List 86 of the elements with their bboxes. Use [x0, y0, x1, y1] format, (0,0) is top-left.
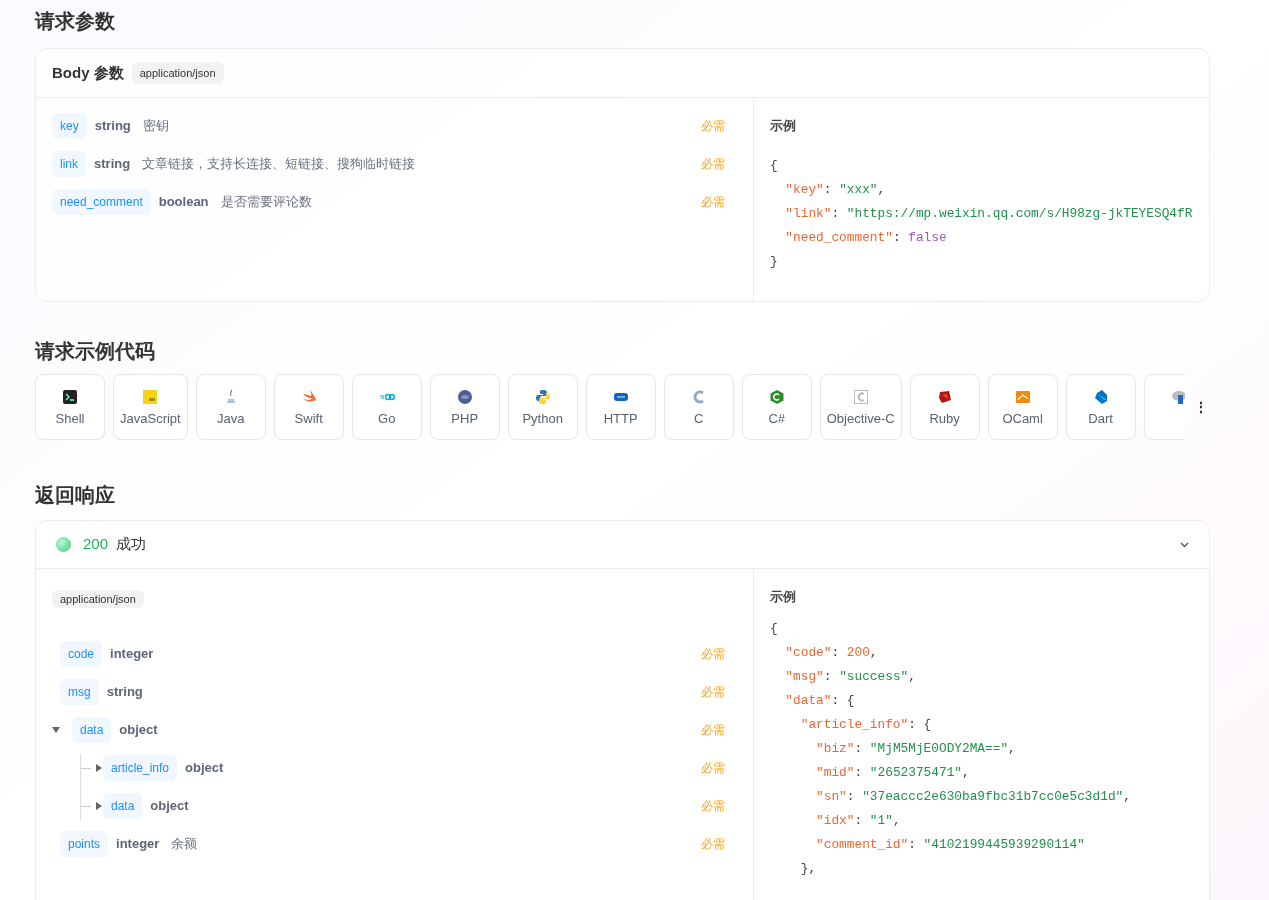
terminal-icon	[62, 389, 78, 405]
field-name-tag: points	[60, 831, 109, 857]
code-line: }	[770, 252, 779, 271]
language-tab[interactable]: Swift	[273, 374, 344, 440]
collapse-caret-icon[interactable]	[95, 764, 103, 772]
status-text: 成功	[116, 534, 147, 555]
code-line: "biz": "MjM5MjE0ODY2MA==",	[815, 739, 1017, 758]
language-tab[interactable]: OCaml	[987, 374, 1058, 440]
code-line: "sn": "37eaccc2e630ba9fbc31b7cc0e5c3d1d",	[815, 787, 1132, 806]
field-name-tag: data	[72, 717, 112, 743]
hexagon-icon	[768, 389, 785, 405]
field-description: 是否需要评论数	[220, 193, 312, 212]
language-tab[interactable]: Objective-C	[819, 374, 902, 440]
code-line: {	[770, 156, 779, 175]
field-name-tag: key	[52, 113, 87, 139]
card-title: Body 参数	[52, 62, 124, 83]
content-type-tag: application/json	[131, 61, 224, 85]
required-label: 必需	[701, 118, 725, 135]
content-type-tag: application/json	[52, 590, 144, 608]
language-tab[interactable]: JavaScript	[113, 374, 188, 440]
field-type: string	[94, 155, 131, 174]
code-line: "need_comment": false	[784, 228, 948, 247]
snakes-icon	[534, 389, 551, 405]
chevron-icon[interactable]	[1180, 541, 1189, 548]
field-type: string	[106, 683, 143, 702]
section-heading: 返回响应	[35, 483, 116, 508]
required-label: 必需	[701, 684, 725, 701]
field-name-tag: data	[103, 793, 143, 819]
r-logo-icon	[1170, 389, 1185, 405]
example-label: 示例	[770, 117, 797, 135]
camel-icon	[1014, 389, 1031, 405]
code-line: "key": "xxx",	[784, 180, 887, 199]
code-line: "msg": "success",	[784, 667, 917, 686]
code-line: },	[799, 859, 818, 878]
more-options-icon[interactable]: ⋮	[1194, 396, 1208, 418]
field-name-tag: code	[60, 641, 103, 667]
language-tab[interactable]: PHP	[429, 374, 500, 440]
bracket-c-icon	[852, 389, 869, 405]
code-line: "link": "https://mp.weixin.qq.com/s/H98zg-jkTEYESQ4fR	[784, 204, 1194, 223]
field-type: object	[185, 759, 224, 778]
code-line: "article_info": {	[799, 715, 933, 734]
collapse-caret-icon[interactable]	[95, 802, 103, 810]
code-line: "comment_id": "4102199445939290114"	[815, 835, 1086, 854]
code-line: "mid": "2652375471",	[815, 763, 971, 782]
field-type: integer	[116, 835, 160, 854]
status-code: 200	[83, 534, 109, 555]
language-tab[interactable]: Java	[195, 374, 266, 440]
language-tab[interactable]: Python	[507, 374, 578, 440]
field-name-tag: article_info	[103, 755, 178, 781]
language-tab[interactable]: Dart	[1065, 374, 1136, 440]
section-heading: 请求参数	[35, 9, 116, 34]
field-type: object	[150, 797, 189, 816]
language-tab[interactable]: C#	[741, 374, 812, 440]
field-description: 余额	[171, 835, 198, 854]
field-name-tag: msg	[60, 679, 99, 705]
gem-icon	[936, 389, 953, 405]
required-label: 必需	[701, 156, 725, 173]
field-type: integer	[110, 645, 154, 664]
section-heading: 请求示例代码	[35, 339, 156, 364]
language-tab[interactable]: Shell	[35, 374, 105, 440]
required-label: 必需	[701, 646, 725, 663]
expand-caret-icon[interactable]	[52, 726, 60, 734]
language-tab[interactable]: C	[663, 374, 734, 440]
required-label: 必需	[701, 836, 725, 853]
language-tab[interactable]: Go	[351, 374, 422, 440]
language-tab[interactable]: HTTP	[585, 374, 656, 440]
language-tab[interactable]: Ruby	[909, 374, 980, 440]
code-line: "data": {	[784, 691, 856, 710]
required-label: 必需	[701, 722, 725, 739]
code-line: {	[770, 619, 779, 638]
field-type: object	[119, 721, 158, 740]
php-icon	[456, 389, 473, 405]
field-type: string	[94, 117, 131, 136]
example-label: 示例	[770, 588, 797, 606]
required-label: 必需	[701, 194, 725, 211]
required-label: 必需	[701, 798, 725, 815]
js-icon	[142, 389, 159, 405]
field-description: 密钥	[142, 117, 169, 136]
required-label: 必需	[701, 760, 725, 777]
field-name-tag: need_comment	[52, 189, 151, 215]
field-type: boolean	[158, 193, 209, 212]
code-line: "code": 200,	[784, 643, 879, 662]
code-line: "idx": "1",	[815, 811, 902, 830]
field-description: 文章链接，支持长连接、短链接、搜狗临时链接	[142, 155, 416, 174]
field-name-tag: link	[52, 151, 86, 177]
dart-icon	[1092, 389, 1109, 405]
